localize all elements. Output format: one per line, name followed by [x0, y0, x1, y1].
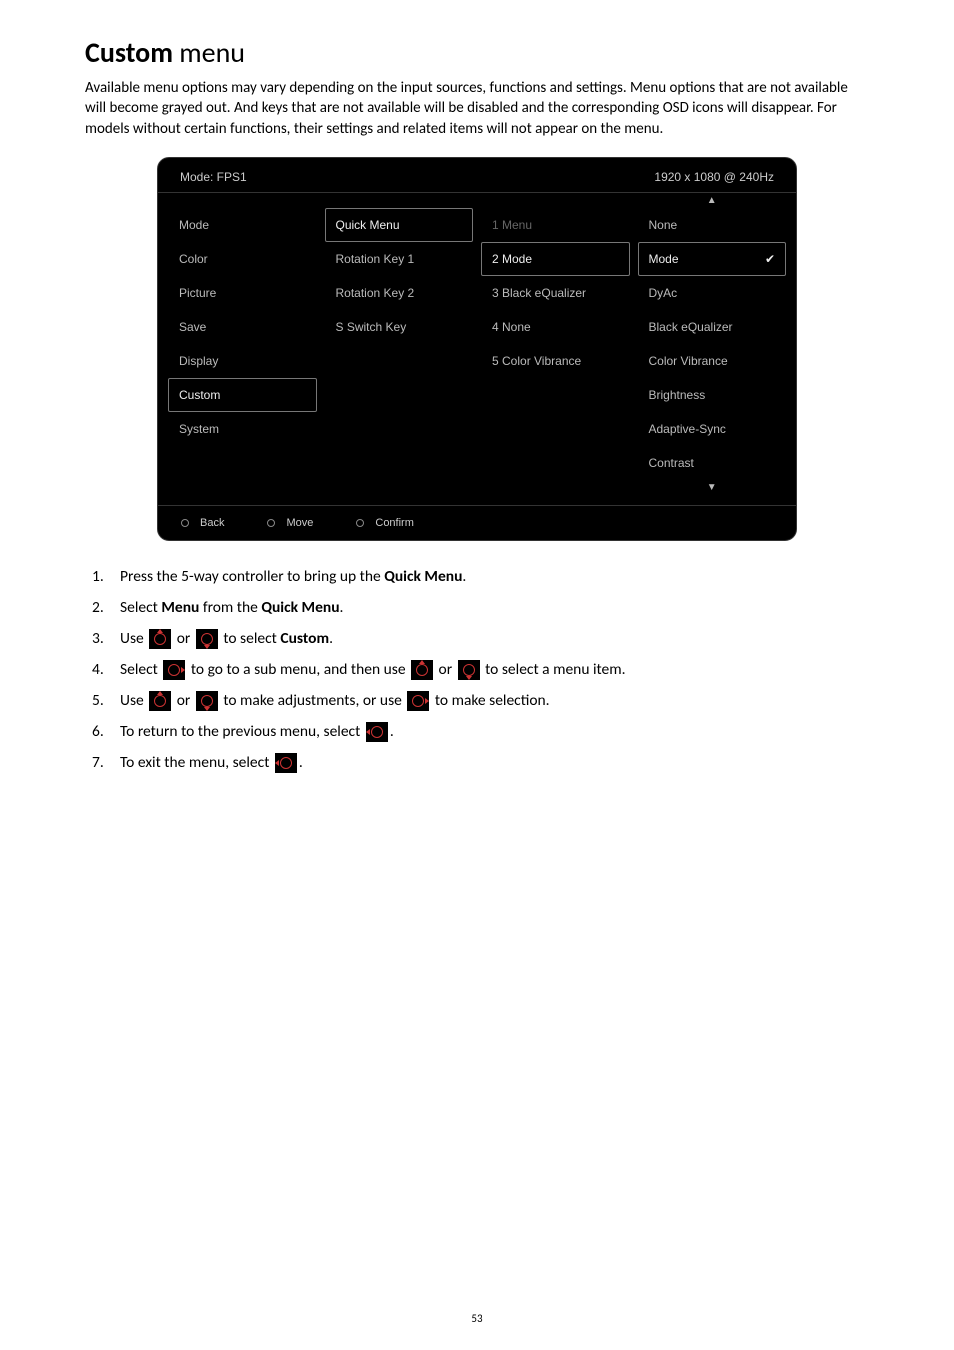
submenu-s-switch-key[interactable]: S Switch Key — [325, 310, 474, 344]
osd-header: Mode: FPS1 1920 x 1080 @ 240Hz — [158, 158, 796, 193]
joystick-down-icon — [458, 660, 480, 680]
title-rest: menu — [173, 35, 245, 70]
option-adaptive-sync[interactable]: Adaptive-Sync — [638, 412, 787, 446]
slot-4-none[interactable]: 4 None — [481, 310, 630, 344]
osd-footer: Back Move Confirm — [158, 505, 796, 540]
page-number: 53 — [0, 1312, 954, 1325]
option-contrast[interactable]: Contrast — [638, 446, 787, 480]
control-confirm-label: Confirm — [375, 517, 414, 529]
step-3: Use or to select Custom. — [120, 628, 869, 650]
joystick-press-icon — [353, 516, 367, 530]
menu-picture[interactable]: Picture — [168, 276, 317, 310]
spacer — [325, 193, 474, 208]
control-move-label: Move — [286, 517, 313, 529]
slot-1-menu: 1 Menu — [481, 208, 630, 242]
option-mode[interactable]: Mode ✔ — [638, 242, 787, 276]
scroll-down-icon[interactable]: ▼ — [638, 480, 787, 495]
option-none[interactable]: None — [638, 208, 787, 242]
step-7: To exit the menu, select . — [120, 752, 869, 774]
control-back-label: Back — [200, 517, 224, 529]
slot-5-color-vibrance[interactable]: 5 Color Vibrance — [481, 344, 630, 378]
osd-col-4: ▲ None Mode ✔ DyAc Black eQualizer Color… — [634, 193, 791, 495]
spacer — [168, 193, 317, 208]
joystick-left-icon — [178, 516, 192, 530]
joystick-up-icon — [149, 629, 171, 649]
joystick-up-icon — [149, 691, 171, 711]
spacer — [481, 193, 630, 208]
page-title: Custom menu — [85, 35, 869, 70]
step-5: Use or to make adjustments, or use to ma… — [120, 690, 869, 712]
osd-mode-label: Mode: FPS1 — [180, 170, 247, 184]
option-black-equalizer[interactable]: Black eQualizer — [638, 310, 787, 344]
slot-3-black-equalizer[interactable]: 3 Black eQualizer — [481, 276, 630, 310]
step-4: Select to go to a sub menu, and then use… — [120, 659, 869, 681]
submenu-quick-menu[interactable]: Quick Menu — [325, 208, 474, 242]
joystick-down-icon — [196, 691, 218, 711]
osd-panel: Mode: FPS1 1920 x 1080 @ 240Hz Mode Colo… — [157, 157, 797, 541]
menu-color[interactable]: Color — [168, 242, 317, 276]
joystick-updown-icon — [264, 516, 278, 530]
check-icon: ✔ — [765, 252, 775, 266]
option-color-vibrance[interactable]: Color Vibrance — [638, 344, 787, 378]
joystick-left-icon — [366, 722, 388, 742]
menu-custom[interactable]: Custom — [168, 378, 317, 412]
slot-2-mode[interactable]: 2 Mode — [481, 242, 630, 276]
joystick-right-icon — [407, 691, 429, 711]
control-confirm: Confirm — [353, 516, 414, 530]
option-brightness[interactable]: Brightness — [638, 378, 787, 412]
option-dyac[interactable]: DyAc — [638, 276, 787, 310]
submenu-rotation-key-2[interactable]: Rotation Key 2 — [325, 276, 474, 310]
joystick-left-icon — [275, 753, 297, 773]
osd-resolution: 1920 x 1080 @ 240Hz — [654, 170, 774, 184]
joystick-right-icon — [163, 660, 185, 680]
step-1: Press the 5-way controller to bring up t… — [120, 566, 869, 588]
menu-save[interactable]: Save — [168, 310, 317, 344]
joystick-down-icon — [196, 629, 218, 649]
osd-body: Mode Color Picture Save Display Custom S… — [158, 193, 796, 505]
joystick-up-icon — [411, 660, 433, 680]
osd-col-2: Quick Menu Rotation Key 1 Rotation Key 2… — [321, 193, 478, 495]
title-bold: Custom — [85, 35, 173, 70]
osd-col-1: Mode Color Picture Save Display Custom S… — [164, 193, 321, 495]
step-6: To return to the previous menu, select . — [120, 721, 869, 743]
control-move: Move — [264, 516, 313, 530]
osd-col-3: 1 Menu 2 Mode 3 Black eQualizer 4 None 5… — [477, 193, 634, 495]
option-mode-label: Mode — [649, 252, 679, 266]
submenu-rotation-key-1[interactable]: Rotation Key 1 — [325, 242, 474, 276]
instruction-list: Press the 5-way controller to bring up t… — [85, 566, 869, 774]
control-back: Back — [178, 516, 224, 530]
menu-display[interactable]: Display — [168, 344, 317, 378]
scroll-up-icon[interactable]: ▲ — [638, 193, 787, 208]
menu-mode[interactable]: Mode — [168, 208, 317, 242]
menu-system[interactable]: System — [168, 412, 317, 446]
intro-paragraph: Available menu options may vary dependin… — [85, 78, 869, 139]
step-2: Select Menu from the Quick Menu. — [120, 597, 869, 619]
